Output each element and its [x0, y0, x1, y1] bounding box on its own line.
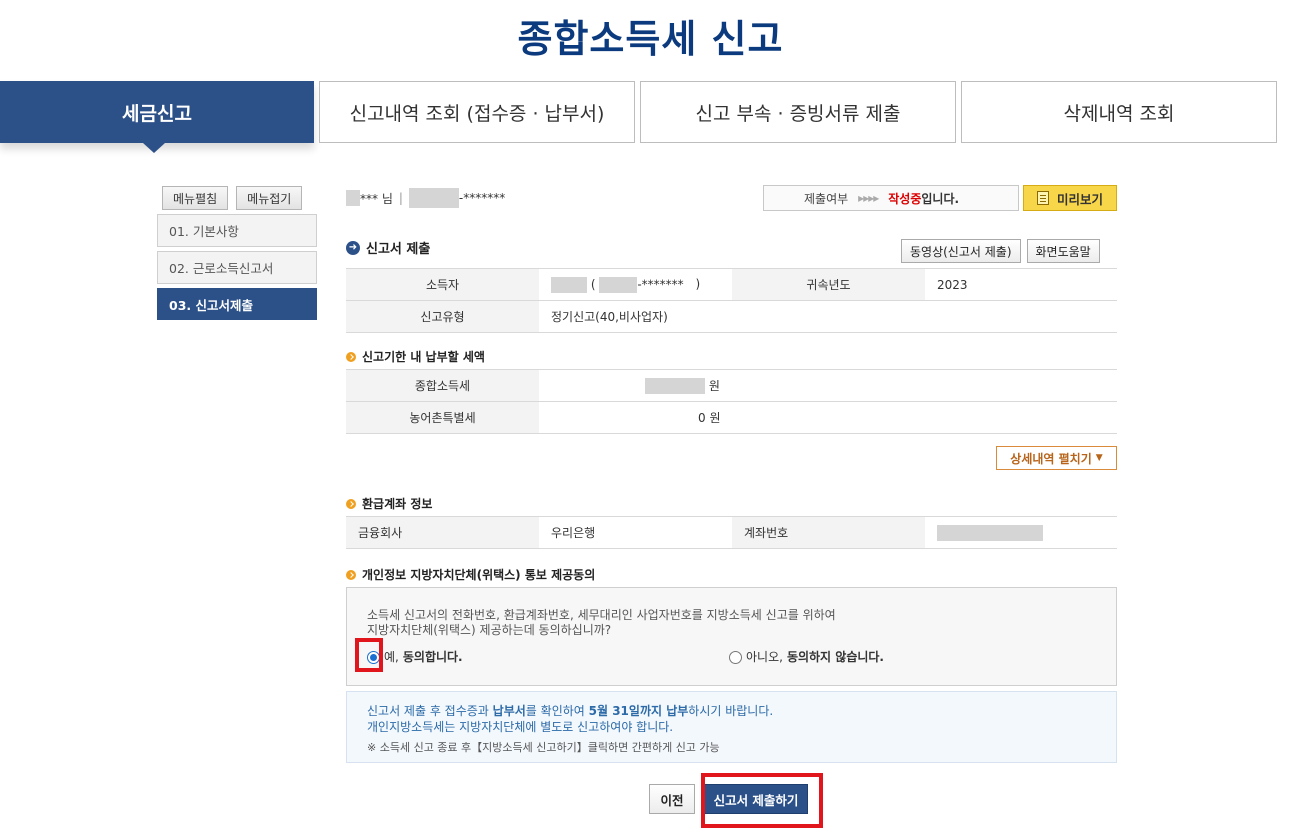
masked-value [408, 188, 459, 208]
orange-arrow-icon [346, 351, 356, 362]
section-submission: ➜ 신고서 제출 [346, 238, 430, 257]
sidebar-menu: 01. 기본사항 02. 근로소득신고서 03. 신고서제출 [157, 214, 317, 324]
sidebar-item-earned-income[interactable]: 02. 근로소득신고서 [157, 251, 317, 284]
section-title: 신고서 제출 [366, 242, 431, 257]
consent-text-line2: 지방자치단체(위택스) 제공하는데 동의하십니까? [367, 623, 612, 637]
main-tabs: 세금신고 신고내역 조회 (접수증 · 납부서) 신고 부속 · 증빙서류 제출… [0, 81, 1301, 143]
type-label: 신고유형 [346, 300, 539, 333]
refund-table: 금융회사 우리은행 계좌번호 [346, 516, 1117, 549]
preview-label: 미리보기 [1056, 191, 1103, 207]
tab-filing-history[interactable]: 신고내역 조회 (접수증 · 납부서) [319, 81, 635, 143]
taxpayer-value: ( -******* ) [539, 268, 732, 301]
status-arrows: ▸▸▸▸ [858, 191, 879, 205]
sidebar-item-submit[interactable]: 03. 신고서제출 [157, 288, 317, 320]
table-row: 농어촌특별세 0 원 [346, 401, 1117, 434]
section-title: 환급계좌 정보 [362, 497, 433, 511]
sidebar-item-basic-info[interactable]: 01. 기본사항 [157, 214, 317, 247]
year-label: 귀속년도 [732, 268, 925, 301]
income-tax-label: 종합소득세 [346, 369, 539, 402]
consent-box: 소득세 신고서의 전화번호, 환급계좌번호, 세무대리인 사업자번호를 지방소득… [346, 587, 1117, 686]
orange-arrow-icon [346, 498, 356, 509]
radio-no[interactable] [729, 651, 742, 664]
notice-line1: 신고서 제출 후 접수증과 납부서를 확인하여 5월 31일까지 납부하시기 바… [367, 704, 774, 718]
preview-button[interactable]: 미리보기 [1023, 185, 1117, 211]
tab-deleted-history[interactable]: 삭제내역 조회 [961, 81, 1277, 143]
orange-arrow-icon [346, 569, 356, 580]
rural-tax-label: 농어촌특별세 [346, 401, 539, 434]
rural-tax-value: 0 원 [539, 401, 1117, 434]
separator: | [398, 191, 403, 205]
tax-due-table: 종합소득세 원 농어촌특별세 0 원 [346, 369, 1117, 434]
highlight-box [355, 638, 383, 672]
prev-button[interactable]: 이전 [649, 784, 695, 814]
account-label: 계좌번호 [732, 516, 925, 549]
income-tax-value: 원 [539, 369, 1117, 402]
status-value: 작성중 [888, 191, 922, 206]
tab-tax-filing[interactable]: 세금신고 [0, 81, 314, 143]
bank-label: 금융회사 [346, 516, 539, 549]
active-tab-pointer [143, 143, 165, 153]
taxpayer-label: 소득자 [346, 268, 539, 301]
user-name: *** 님 [360, 191, 393, 206]
section-title: 개인정보 지방자치단체(위택스) 통보 제공동의 [362, 568, 596, 582]
menu-expand-button[interactable]: 메뉴펼침 [162, 186, 229, 210]
table-row: 신고유형 정기신고(40,비사업자) [346, 300, 1117, 333]
menu-collapse-button[interactable]: 메뉴접기 [236, 186, 303, 210]
type-value: 정기신고(40,비사업자) [539, 300, 1117, 333]
status-suffix: 입니다. [921, 191, 960, 206]
page-title: 종합소득세 신고 [517, 17, 784, 61]
year-value: 2023 [925, 268, 1117, 301]
user-id: -******* [458, 191, 506, 205]
highlight-box [701, 773, 823, 828]
video-help-button[interactable]: 동영상(신고서 제출) [901, 239, 1021, 263]
section-title: 신고기한 내 납부할 세액 [362, 350, 485, 364]
status-label: 제출여부 [804, 191, 849, 206]
tab-attachments[interactable]: 신고 부속 · 증빙서류 제출 [640, 81, 956, 143]
notice-box: 신고서 제출 후 접수증과 납부서를 확인하여 5월 31일까지 납부하시기 바… [346, 691, 1117, 763]
notice-line2: 개인지방소득세는 지방자치단체에 별도로 신고하여야 합니다. [367, 720, 674, 734]
account-value [925, 516, 1117, 549]
sidebar-controls: 메뉴펼침 메뉴접기 [162, 186, 303, 210]
arrow-circle-icon: ➜ [346, 240, 360, 255]
table-row: 종합소득세 원 [346, 369, 1117, 402]
user-info: *** 님 | -******* [346, 185, 505, 211]
notice-line3: ※ 소득세 신고 종료 후【지방소득세 신고하기】클릭하면 간편하게 신고 가능 [367, 741, 720, 754]
document-icon [1036, 191, 1049, 205]
masked-value [645, 378, 705, 395]
section-refund: 환급계좌 정보 [346, 495, 432, 512]
section-tax-due: 신고기한 내 납부할 세액 [346, 348, 485, 365]
masked-value [937, 524, 1043, 541]
expand-details-button[interactable]: 상세내역 펼치기 ▼ [996, 446, 1117, 470]
consent-text-line1: 소득세 신고서의 전화번호, 환급계좌번호, 세무대리인 사업자번호를 지방소득… [367, 608, 836, 622]
help-buttons: 동영상(신고서 제출) 화면도움말 [901, 239, 1100, 263]
table-row: 소득자 ( -******* ) 귀속년도 2023 [346, 268, 1117, 301]
chevron-down-icon: ▼ [1095, 453, 1103, 463]
bank-value: 우리은행 [539, 516, 732, 549]
masked-value [346, 190, 360, 206]
table-row: 금융회사 우리은행 계좌번호 [346, 516, 1117, 549]
screen-help-button[interactable]: 화면도움말 [1026, 239, 1100, 263]
masked-value [599, 276, 638, 293]
consent-no-option[interactable]: 아니오, 동의하지 않습니다. [729, 650, 884, 665]
section-consent: 개인정보 지방자치단체(위택스) 통보 제공동의 [346, 566, 595, 583]
submission-table: 소득자 ( -******* ) 귀속년도 2023 신고유형 정기신고(40,… [346, 268, 1117, 333]
submission-status: 제출여부 ▸▸▸▸ 작성중 입니다. [763, 185, 1019, 211]
masked-value [551, 276, 587, 293]
